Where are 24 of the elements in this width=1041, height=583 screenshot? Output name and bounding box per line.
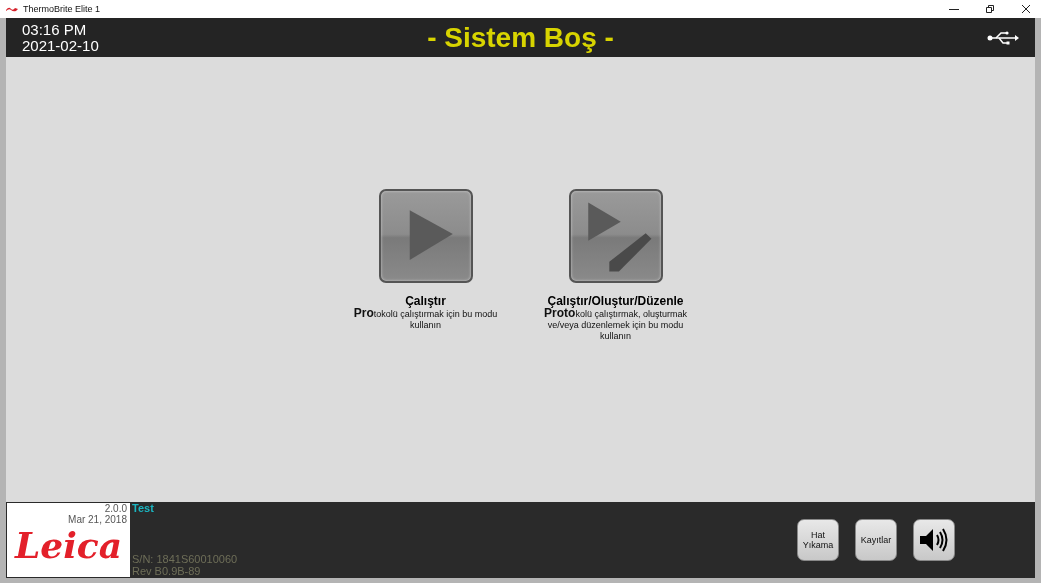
app-icon <box>6 6 18 12</box>
run-mode-button[interactable] <box>378 189 473 283</box>
window-title: ThermoBrite Elite 1 <box>23 4 101 14</box>
speaker-icon <box>919 527 949 553</box>
footer-button[interactable]: Hat Yıkama <box>797 519 839 561</box>
time-text: 03:16 PM <box>22 21 88 38</box>
mode-title: Çalıştır <box>405 294 446 308</box>
revision-text: Rev B0.9B-89 <box>132 565 202 577</box>
system-status: - Sistem Boş - <box>427 21 614 54</box>
serial-number: S/N: 1841S60010060 <box>132 553 238 565</box>
close-icon[interactable] <box>1021 4 1031 14</box>
mode-title: Çalıştır/Oluştur/Düzenle <box>547 294 684 308</box>
leica-logo: Leica <box>13 525 124 565</box>
user-name: Test <box>132 502 155 514</box>
version-text: 2.0.0 <box>103 503 127 514</box>
restore-icon[interactable] <box>985 4 995 14</box>
build-date: Mar 21, 2018 <box>67 514 127 525</box>
mode-description: Protokolü çalıştırmak için bu modu kullanın <box>352 308 499 331</box>
run-edit-mode-button[interactable] <box>568 189 663 283</box>
usb-icon <box>987 30 1019 45</box>
mode-description: Protokolü çalıştırmak, oluşturmak ve/veya düzenlemek için bu modu kullanın <box>543 308 688 342</box>
sound-button[interactable] <box>913 519 955 561</box>
date-text: 2021-02-10 <box>22 37 99 54</box>
footer-button[interactable]: Kayıtlar <box>855 519 897 561</box>
